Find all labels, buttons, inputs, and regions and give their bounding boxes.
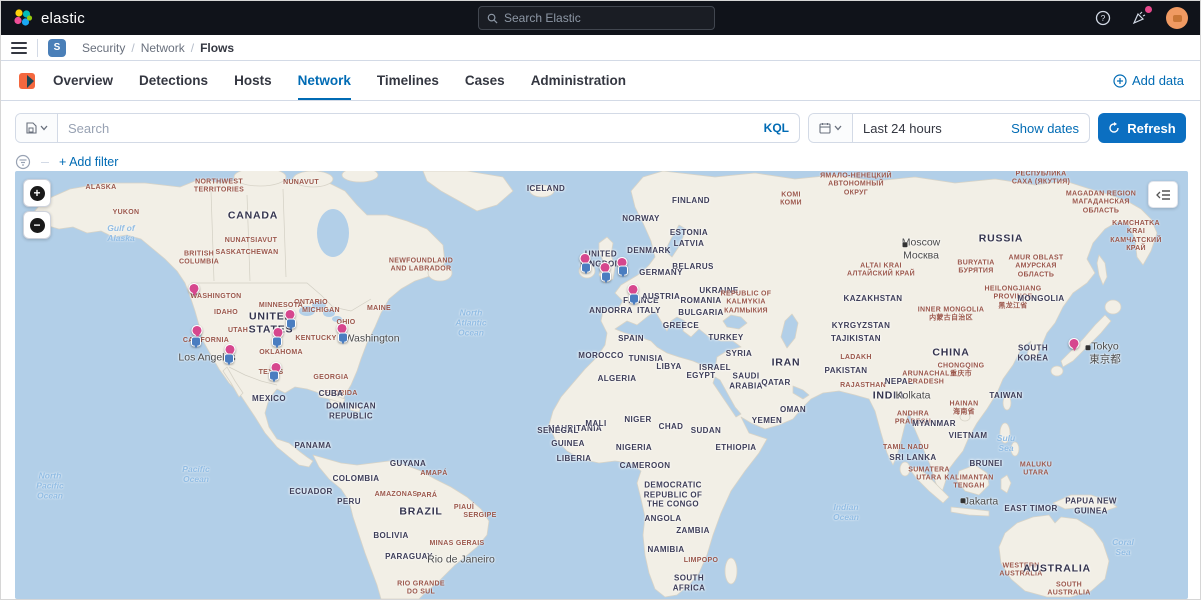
tab-administration[interactable]: Administration	[531, 61, 626, 100]
flow-marker-pink[interactable]	[1069, 338, 1080, 349]
plus-circle-icon	[1113, 74, 1127, 88]
global-search-input[interactable]: Search Elastic	[478, 6, 715, 30]
tab-hosts[interactable]: Hosts	[234, 61, 272, 100]
collapse-legend-icon	[1156, 189, 1171, 201]
calendar-icon	[819, 122, 831, 134]
help-icon[interactable]: ?	[1094, 9, 1112, 27]
tab-cases[interactable]: Cases	[465, 61, 505, 100]
query-language-button[interactable]: KQL	[754, 114, 799, 142]
tab-timelines[interactable]: Timelines	[377, 61, 439, 100]
flow-marker-blue[interactable]	[629, 294, 639, 304]
refresh-icon	[1108, 122, 1120, 134]
flow-marker-pink[interactable]	[192, 325, 203, 336]
date-quick-select-button[interactable]	[809, 114, 853, 142]
flow-marker-pink[interactable]	[189, 283, 200, 294]
divider	[37, 39, 38, 57]
date-picker-group: Last 24 hours Show dates	[808, 113, 1090, 143]
add-filter-button[interactable]: + Add filter	[59, 155, 118, 169]
map-zoom-controls: + −	[23, 179, 51, 239]
add-data-label: Add data	[1132, 73, 1184, 88]
flow-marker-blue[interactable]	[191, 337, 201, 347]
saved-query-icon	[25, 122, 37, 134]
flow-marker-blue[interactable]	[272, 337, 282, 347]
chevron-down-icon	[40, 125, 48, 131]
tab-detections[interactable]: Detections	[139, 61, 208, 100]
divider	[41, 162, 49, 163]
city-dot	[1086, 345, 1091, 350]
flow-marker-blue[interactable]	[581, 263, 591, 273]
brand-name: elastic	[41, 10, 85, 27]
legend-collapse-button[interactable]	[1148, 181, 1178, 208]
tab-network[interactable]: Network	[298, 61, 351, 100]
security-network-flows-page: elastic Search Elastic ?	[0, 0, 1201, 600]
flow-marker-blue[interactable]	[618, 266, 628, 276]
search-placeholder: Search	[68, 121, 109, 136]
security-nav: Overview Detections Hosts Network Timelines C…	[1, 61, 1200, 101]
notification-dot	[1145, 6, 1152, 13]
flow-marker-blue[interactable]	[224, 354, 234, 364]
saved-query-menu-button[interactable]	[16, 114, 58, 142]
tab-overview[interactable]: Overview	[53, 61, 113, 100]
chevron-down-icon	[834, 125, 842, 131]
add-data-button[interactable]: Add data	[1113, 73, 1184, 88]
world-map-land	[15, 171, 1188, 599]
refresh-button[interactable]: Refresh	[1098, 113, 1186, 143]
breadcrumb-security[interactable]: Security	[82, 41, 125, 55]
time-range-value[interactable]: Last 24 hours	[853, 114, 1001, 142]
security-tabs: Overview Detections Hosts Network Timelines C…	[53, 61, 626, 100]
user-avatar[interactable]	[1166, 7, 1188, 29]
kql-search-input[interactable]: Search	[58, 114, 754, 142]
minus-icon: −	[30, 218, 45, 233]
zoom-in-button[interactable]: +	[23, 179, 51, 207]
filter-icon[interactable]	[15, 154, 31, 170]
security-solution-icon	[17, 71, 37, 91]
global-search-placeholder: Search Elastic	[504, 11, 581, 25]
zoom-out-button[interactable]: −	[23, 211, 51, 239]
newsfeed-icon[interactable]	[1130, 9, 1148, 27]
space-badge[interactable]: S	[48, 39, 66, 57]
city-dot	[903, 242, 908, 247]
city-dot	[961, 498, 966, 503]
plus-icon: +	[30, 186, 45, 201]
network-flows-map[interactable]: + − ALASKAYUKONNORTHWEST TERRITORIESNUNA…	[15, 171, 1188, 599]
menu-icon[interactable]	[11, 42, 27, 54]
flow-marker-blue[interactable]	[601, 272, 611, 282]
show-dates-button[interactable]: Show dates	[1001, 114, 1089, 142]
kibana-header: elastic Search Elastic ?	[1, 1, 1200, 35]
breadcrumb-bar: S Security / Network / Flows	[1, 35, 1200, 61]
elastic-logo-icon	[13, 9, 33, 27]
query-bar: Search KQL Last 24 hours Show dates	[15, 113, 1186, 143]
search-icon	[487, 13, 498, 24]
breadcrumb-network[interactable]: Network	[141, 41, 185, 55]
flow-marker-blue[interactable]	[269, 371, 279, 381]
refresh-label: Refresh	[1127, 121, 1175, 136]
breadcrumb-flows: Flows	[200, 41, 234, 55]
breadcrumb: Security / Network / Flows	[82, 41, 234, 55]
svg-text:?: ?	[1101, 13, 1106, 23]
filter-row: + Add filter	[15, 151, 1186, 173]
flow-marker-blue[interactable]	[338, 333, 348, 343]
flow-marker-blue[interactable]	[286, 319, 296, 329]
